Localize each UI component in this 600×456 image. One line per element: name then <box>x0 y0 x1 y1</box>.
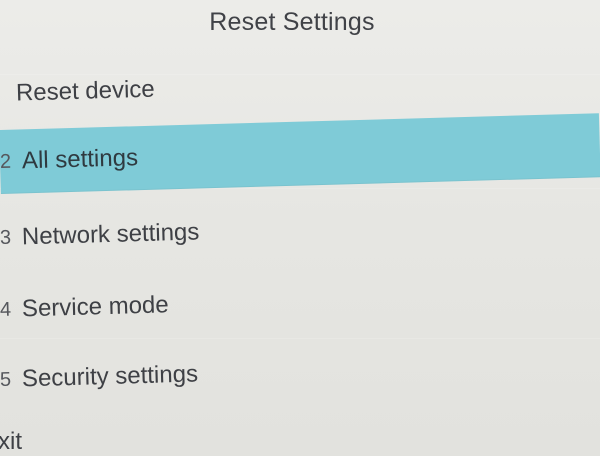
menu-item-label: All settings <box>21 144 139 175</box>
menu-item-number: 4 <box>0 298 12 321</box>
menu-item-label: Security settings <box>21 360 199 393</box>
menu-item-security-settings[interactable]: 5 Security settings <box>0 329 600 414</box>
menu-item-label: Service mode <box>21 291 170 323</box>
reset-options-menu: Reset device 2 All settings 3 Network se… <box>0 0 600 456</box>
menu-item-number: 5 <box>0 368 12 391</box>
menu-item-network-settings[interactable]: 3 Network settings <box>0 187 600 272</box>
menu-item-label: xit <box>0 428 22 455</box>
menu-item-exit[interactable]: xit <box>0 410 600 456</box>
reset-settings-screen: Reset Settings Reset device 2 All settin… <box>0 0 600 456</box>
menu-item-label: Reset device <box>15 75 156 107</box>
menu-item-number: 2 <box>0 150 12 173</box>
menu-item-label: Network settings <box>21 218 200 251</box>
menu-item-number: 3 <box>0 226 12 249</box>
